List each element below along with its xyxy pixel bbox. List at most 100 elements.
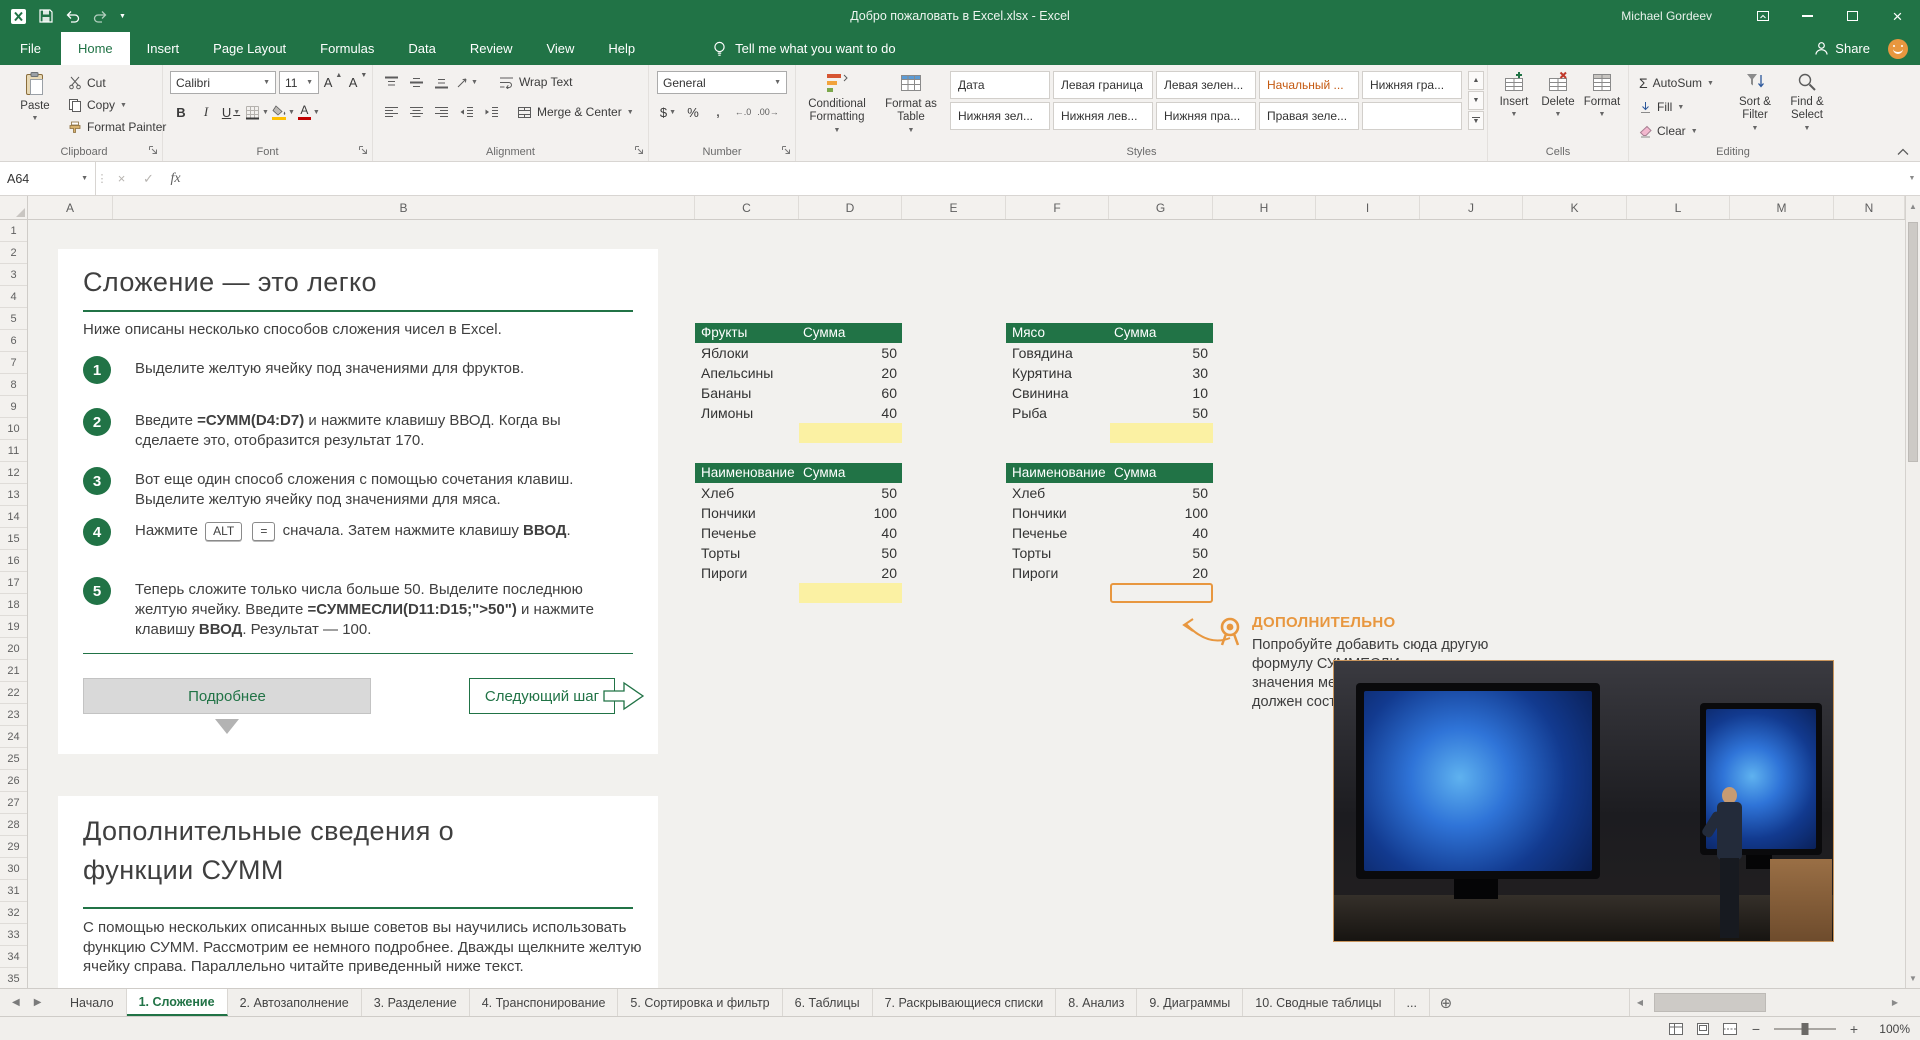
row-header-32[interactable]: 32 bbox=[0, 902, 27, 924]
row-header-4[interactable]: 4 bbox=[0, 286, 27, 308]
page-layout-view-button[interactable] bbox=[1695, 1022, 1711, 1036]
row-header-7[interactable]: 7 bbox=[0, 352, 27, 374]
row-header-23[interactable]: 23 bbox=[0, 704, 27, 726]
scroll-up-button[interactable]: ▲ bbox=[1906, 196, 1920, 216]
next-step-button[interactable]: Следующий шаг bbox=[469, 678, 615, 714]
answer-cell-yellow[interactable] bbox=[799, 423, 902, 443]
increase-decimal-button[interactable]: ←.0 bbox=[732, 101, 754, 123]
row-header-27[interactable]: 27 bbox=[0, 792, 27, 814]
sheet-tab-6. Таблицы[interactable]: 6. Таблицы bbox=[783, 989, 873, 1016]
row-header-9[interactable]: 9 bbox=[0, 396, 27, 418]
sheet-tab-9. Диаграммы[interactable]: 9. Диаграммы bbox=[1137, 989, 1243, 1016]
vertical-scrollbar[interactable]: ▲ ▼ bbox=[1905, 196, 1920, 988]
minimize-button[interactable] bbox=[1785, 0, 1830, 32]
row-header-6[interactable]: 6 bbox=[0, 330, 27, 352]
ribbon-tab-file[interactable]: File bbox=[0, 32, 61, 65]
font-dialog-launcher[interactable] bbox=[357, 144, 369, 156]
row-header-29[interactable]: 29 bbox=[0, 836, 27, 858]
wrap-text-button[interactable]: Wrap Text bbox=[494, 71, 578, 93]
ribbon-tab-formulas[interactable]: Formulas bbox=[303, 32, 391, 65]
row-header-20[interactable]: 20 bbox=[0, 638, 27, 660]
answer-cell-orange[interactable] bbox=[1110, 583, 1213, 603]
borders-button[interactable]: ▼ bbox=[245, 101, 269, 123]
maximize-button[interactable] bbox=[1830, 0, 1875, 32]
row-header-8[interactable]: 8 bbox=[0, 374, 27, 396]
column-header-C[interactable]: C bbox=[695, 196, 799, 219]
row-header-22[interactable]: 22 bbox=[0, 682, 27, 704]
sheet-tab-3. Разделение[interactable]: 3. Разделение bbox=[362, 989, 470, 1016]
copy-button[interactable]: Copy▼ bbox=[64, 94, 170, 116]
embedded-video[interactable] bbox=[1333, 660, 1834, 942]
sheet-tab-10. Сводные таблицы[interactable]: 10. Сводные таблицы bbox=[1243, 989, 1394, 1016]
close-button[interactable]: × bbox=[1875, 0, 1920, 32]
column-header-H[interactable]: H bbox=[1213, 196, 1316, 219]
name-box[interactable]: A64▼ bbox=[0, 162, 96, 195]
row-header-2[interactable]: 2 bbox=[0, 242, 27, 264]
row-header-33[interactable]: 33 bbox=[0, 924, 27, 946]
ribbon-tab-help[interactable]: Help bbox=[591, 32, 652, 65]
more-details-button[interactable]: Подробнее bbox=[83, 678, 371, 714]
ribbon-tab-view[interactable]: View bbox=[529, 32, 591, 65]
row-header-18[interactable]: 18 bbox=[0, 594, 27, 616]
worksheet-grid[interactable]: Сложение — это легко Ниже описаны нескол… bbox=[28, 220, 1905, 988]
row-header-30[interactable]: 30 bbox=[0, 858, 27, 880]
accounting-format-button[interactable]: $▼ bbox=[657, 101, 679, 123]
row-header-24[interactable]: 24 bbox=[0, 726, 27, 748]
page-break-view-button[interactable] bbox=[1722, 1022, 1738, 1036]
sheet-tab-8. Анализ[interactable]: 8. Анализ bbox=[1056, 989, 1137, 1016]
cell-style-option[interactable]: Правая зеле... bbox=[1259, 102, 1359, 130]
row-header-21[interactable]: 21 bbox=[0, 660, 27, 682]
cell-style-option[interactable]: Нижняя гра... bbox=[1362, 71, 1462, 99]
row-header-5[interactable]: 5 bbox=[0, 308, 27, 330]
font-name-select[interactable]: Calibri▼ bbox=[170, 71, 276, 94]
sheet-tab-4. Транспонирование[interactable]: 4. Транспонирование bbox=[470, 989, 619, 1016]
ribbon-tab-review[interactable]: Review bbox=[453, 32, 530, 65]
qat-customize-icon[interactable]: ▼ bbox=[119, 13, 126, 20]
row-header-25[interactable]: 25 bbox=[0, 748, 27, 770]
cell-style-option[interactable]: Нижняя зел... bbox=[950, 102, 1050, 130]
orientation-button[interactable]: ▼ bbox=[455, 71, 478, 93]
expand-formula-bar-button[interactable]: ▼ bbox=[1904, 162, 1920, 195]
increase-indent-button[interactable] bbox=[480, 101, 502, 123]
cell-style-option[interactable]: Нижняя лев... bbox=[1053, 102, 1153, 130]
underline-button[interactable]: U▼ bbox=[220, 101, 242, 123]
redo-icon[interactable] bbox=[92, 8, 108, 24]
align-center-button[interactable] bbox=[405, 101, 427, 123]
sheet-nav-prev-button[interactable]: ◀ bbox=[12, 997, 20, 1008]
conditional-formatting-button[interactable]: Conditional Formatting▼ bbox=[800, 71, 874, 134]
column-header-D[interactable]: D bbox=[799, 196, 902, 219]
row-header-3[interactable]: 3 bbox=[0, 264, 27, 286]
name-box-resize-handle[interactable]: ⋮ bbox=[96, 162, 108, 195]
cell-style-option[interactable]: Дата bbox=[950, 71, 1050, 99]
row-header-14[interactable]: 14 bbox=[0, 506, 27, 528]
align-left-button[interactable] bbox=[380, 101, 402, 123]
font-color-button[interactable]: A▼ bbox=[298, 101, 320, 123]
row-header-11[interactable]: 11 bbox=[0, 440, 27, 462]
horizontal-scrollbar[interactable]: ◀ ▶ bbox=[1629, 989, 1905, 1016]
scroll-left-button[interactable]: ◀ bbox=[1630, 998, 1650, 1007]
align-bottom-button[interactable] bbox=[430, 71, 452, 93]
row-header-12[interactable]: 12 bbox=[0, 462, 27, 484]
find-select-button[interactable]: Find & Select▼ bbox=[1781, 71, 1833, 132]
align-right-button[interactable] bbox=[430, 101, 452, 123]
sheet-tab-7. Раскрывающиеся списки[interactable]: 7. Раскрывающиеся списки bbox=[873, 989, 1057, 1016]
zoom-in-button[interactable]: + bbox=[1847, 1021, 1861, 1037]
collapse-ribbon-button[interactable] bbox=[1896, 147, 1910, 157]
column-header-N[interactable]: N bbox=[1834, 196, 1905, 219]
format-as-table-button[interactable]: Format as Table▼ bbox=[878, 71, 944, 134]
sheet-tab-5. Сортировка и фильтр[interactable]: 5. Сортировка и фильтр bbox=[618, 989, 782, 1016]
column-header-F[interactable]: F bbox=[1006, 196, 1109, 219]
autosum-button[interactable]: ΣAutoSum▼ bbox=[1635, 72, 1718, 94]
ribbon-tab-page-layout[interactable]: Page Layout bbox=[196, 32, 303, 65]
row-header-31[interactable]: 31 bbox=[0, 880, 27, 902]
decrease-decimal-button[interactable]: .00→ bbox=[757, 101, 779, 123]
fill-button[interactable]: Fill▼ bbox=[1635, 96, 1688, 118]
sheet-tab-1. Сложение[interactable]: 1. Сложение bbox=[127, 989, 228, 1016]
column-header-A[interactable]: A bbox=[28, 196, 113, 219]
align-top-button[interactable] bbox=[380, 71, 402, 93]
font-size-select[interactable]: 11▼ bbox=[279, 71, 319, 94]
new-sheet-button[interactable]: ⊕ bbox=[1430, 989, 1462, 1016]
formula-input[interactable] bbox=[189, 162, 1904, 195]
vertical-scroll-thumb[interactable] bbox=[1908, 222, 1918, 462]
row-header-1[interactable]: 1 bbox=[0, 220, 27, 242]
